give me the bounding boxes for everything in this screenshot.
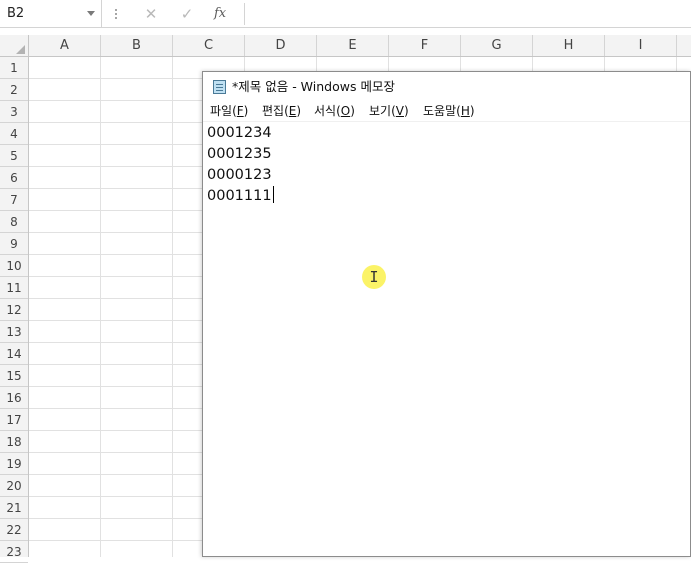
- text-line-last: 0001111: [207, 186, 690, 207]
- row-header-13[interactable]: 13: [0, 321, 28, 343]
- formula-bar-grip-icon[interactable]: [110, 7, 122, 21]
- column-header-row: A B C D E F G H I: [0, 35, 691, 57]
- menu-view-suffix: ): [403, 104, 409, 118]
- menu-help-suffix: ): [469, 104, 475, 118]
- column-header-i[interactable]: I: [605, 35, 677, 56]
- column-header-a[interactable]: A: [29, 35, 101, 56]
- menu-format-label: 서식(: [314, 104, 341, 118]
- row-header-4[interactable]: 4: [0, 123, 28, 145]
- row-header-15[interactable]: 15: [0, 365, 28, 387]
- insert-function-icon[interactable]: fx: [214, 4, 226, 24]
- notepad-window: *제목 없음 - Windows 메모장 파일(F) 편집(E) 서식(O) 보…: [202, 71, 691, 557]
- row-header-21[interactable]: 21: [0, 497, 28, 519]
- ibeam-cursor-icon: I: [369, 268, 379, 286]
- menu-format[interactable]: 서식(O): [314, 102, 355, 121]
- row-header-5[interactable]: 5: [0, 145, 28, 167]
- row-header-9[interactable]: 9: [0, 233, 28, 255]
- text-caret: [272, 186, 274, 203]
- row-header-10[interactable]: 10: [0, 255, 28, 277]
- menu-file-label: 파일(: [210, 104, 237, 118]
- notepad-app-icon[interactable]: [213, 80, 226, 94]
- text-line-value: 0001111: [207, 188, 272, 204]
- column-header-e[interactable]: E: [317, 35, 389, 56]
- menu-format-accesskey: O: [340, 104, 351, 118]
- menu-view-accesskey: V: [395, 104, 404, 118]
- notepad-title: *제목 없음 - Windows 메모장: [232, 79, 395, 94]
- row-header-19[interactable]: 19: [0, 453, 28, 475]
- cursor-highlight: I: [362, 265, 386, 289]
- menu-edit[interactable]: 편집(E): [262, 102, 301, 121]
- notepad-titlebar[interactable]: *제목 없음 - Windows 메모장: [203, 72, 690, 102]
- row-header-6[interactable]: 6: [0, 167, 28, 189]
- row-header-8[interactable]: 8: [0, 211, 28, 233]
- check-icon[interactable]: ✓: [177, 4, 197, 24]
- text-line: 0001234: [207, 125, 272, 141]
- row-header-1[interactable]: 1: [0, 57, 28, 79]
- column-header-h[interactable]: H: [533, 35, 605, 56]
- row-header-23[interactable]: 23: [0, 541, 28, 563]
- row-header-20[interactable]: 20: [0, 475, 28, 497]
- row-header-7[interactable]: 7: [0, 189, 28, 211]
- menu-file-suffix: ): [243, 104, 249, 118]
- formula-input[interactable]: [250, 0, 691, 27]
- row-header-3[interactable]: 3: [0, 101, 28, 123]
- notepad-menubar: 파일(F) 편집(E) 서식(O) 보기(V) 도움말(H): [203, 102, 690, 122]
- row-header-12[interactable]: 12: [0, 299, 28, 321]
- column-header-g[interactable]: G: [461, 35, 533, 56]
- name-box-value: B2: [7, 6, 25, 21]
- text-line: 0001235: [207, 146, 272, 162]
- row-header-18[interactable]: 18: [0, 431, 28, 453]
- menu-file[interactable]: 파일(F): [210, 102, 248, 121]
- name-box[interactable]: B2: [0, 0, 102, 27]
- column-header-b[interactable]: B: [101, 35, 173, 56]
- formula-bar-divider: [244, 3, 245, 25]
- row-header-14[interactable]: 14: [0, 343, 28, 365]
- menu-edit-suffix: ): [296, 104, 302, 118]
- select-all-button[interactable]: [0, 35, 29, 57]
- row-header-column: 1 2 3 4 5 6 7 8 9 10 11 12 13 14 15 16 1…: [0, 57, 29, 563]
- menu-help-accesskey: H: [460, 104, 470, 118]
- row-header-17[interactable]: 17: [0, 409, 28, 431]
- select-all-triangle-icon: [16, 45, 25, 54]
- row-header-11[interactable]: 11: [0, 277, 28, 299]
- chevron-down-icon[interactable]: [87, 11, 95, 16]
- column-header-c[interactable]: C: [173, 35, 245, 56]
- cancel-icon[interactable]: ✕: [141, 4, 161, 24]
- menu-edit-label: 편집(: [262, 104, 289, 118]
- column-header-f[interactable]: F: [389, 35, 461, 56]
- row-header-16[interactable]: 16: [0, 387, 28, 409]
- menu-file-accesskey: F: [236, 104, 244, 118]
- row-header-2[interactable]: 2: [0, 79, 28, 101]
- notepad-text-area[interactable]: 0001234 0001235 0000123 0001111: [207, 123, 690, 556]
- menu-help-label: 도움말(: [423, 104, 461, 118]
- menu-view[interactable]: 보기(V): [369, 102, 409, 121]
- menu-view-label: 보기(: [369, 104, 396, 118]
- text-line: 0000123: [207, 167, 272, 183]
- formula-bar: B2 ✕ ✓ fx: [0, 0, 691, 28]
- menu-help[interactable]: 도움말(H): [423, 102, 475, 121]
- column-header-d[interactable]: D: [245, 35, 317, 56]
- menu-format-suffix: ): [350, 104, 355, 118]
- row-header-22[interactable]: 22: [0, 519, 28, 541]
